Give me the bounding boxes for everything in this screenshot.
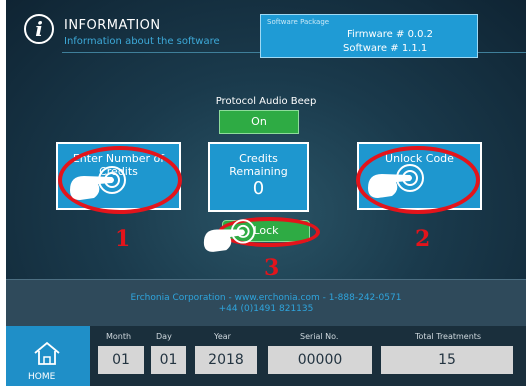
day-field[interactable]: 01 (151, 346, 186, 374)
credits-remaining-panel: Credits Remaining 0 (208, 142, 309, 212)
home-button[interactable]: HOME (6, 326, 90, 386)
footer-contact-bar (6, 279, 526, 327)
home-label: HOME (28, 372, 56, 382)
software-version: Software # 1.1.1 (343, 43, 428, 54)
page-subtitle: Information about the software (64, 36, 220, 47)
company-phone-line: +44 (0)1491 821135 (218, 304, 314, 314)
information-screen: i INFORMATION Information about the soft… (6, 0, 526, 386)
software-package-panel: Software Package Firmware # 0.0.2 Softwa… (260, 14, 478, 58)
audio-beep-label: Protocol Audio Beep (215, 96, 317, 107)
firmware-version: Firmware # 0.0.2 (347, 29, 434, 40)
software-package-label: Software Package (267, 18, 330, 26)
company-contact-line: Erchonia Corporation - www.erchonia.com … (130, 293, 402, 303)
year-field[interactable]: 2018 (195, 346, 257, 374)
info-icon: i (24, 14, 54, 44)
year-label: Year (214, 332, 231, 341)
annotation-number-2: 2 (415, 226, 431, 252)
hand-pointer-icon (368, 164, 424, 198)
serial-number-field[interactable]: 00000 (268, 346, 372, 374)
page-title: INFORMATION (64, 18, 161, 33)
credits-remaining-value: 0 (252, 178, 265, 199)
home-icon (34, 341, 60, 365)
credits-remaining-label: Credits Remaining (229, 152, 288, 178)
annotation-number-3: 3 (264, 255, 280, 281)
hand-pointer-icon (203, 219, 256, 252)
day-label: Day (156, 332, 172, 341)
total-treatments-label: Total Treatments (415, 332, 482, 341)
month-label: Month (106, 332, 132, 341)
month-field[interactable]: 01 (98, 346, 144, 374)
annotation-number-1: 1 (115, 226, 131, 252)
serial-number-label: Serial No. (300, 332, 339, 341)
hand-pointer-icon (70, 166, 126, 200)
total-treatments-field[interactable]: 15 (381, 346, 513, 374)
audio-beep-toggle-button[interactable]: On (219, 110, 299, 134)
